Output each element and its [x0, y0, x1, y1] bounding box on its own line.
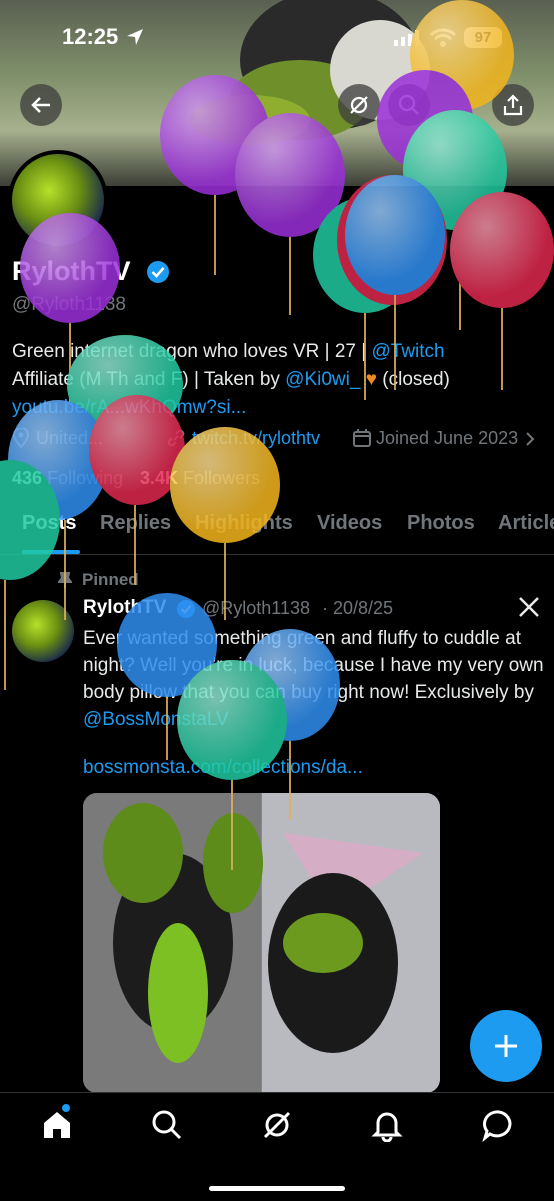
location-icon — [12, 428, 30, 448]
tab-photos[interactable]: Photos — [407, 512, 475, 535]
location-arrow-icon — [127, 29, 143, 45]
post-url-link[interactable]: bossmonsta.com/collections/da... — [83, 757, 363, 779]
calendar-icon — [353, 429, 371, 447]
link-icon — [167, 429, 185, 447]
explore-icon[interactable] — [150, 1108, 184, 1142]
tab-videos[interactable]: Videos — [317, 512, 382, 535]
pinned-label: Pinned — [82, 570, 139, 589]
balloon-red — [337, 175, 447, 305]
chevron-right-icon[interactable] — [524, 431, 536, 447]
following-label: Following — [47, 468, 124, 488]
bio-link-youtube[interactable]: youtu.be/rA...wKhQmw?si... — [12, 397, 246, 418]
bio-link-mention[interactable]: @Ki0wi_ — [285, 369, 360, 390]
post-body: Ever wanted something green and fluffy t… — [83, 628, 544, 703]
share-button[interactable] — [492, 84, 534, 126]
verified-badge-icon — [177, 600, 195, 618]
home-notification-dot — [62, 1104, 70, 1112]
cellular-signal-icon — [394, 30, 419, 46]
x-logo-icon — [519, 597, 539, 617]
search-icon — [398, 94, 419, 115]
post-date: · 20/8/25 — [322, 598, 394, 618]
home-indicator — [209, 1186, 345, 1191]
body-pillow-artwork — [83, 793, 440, 1093]
profile-website-link[interactable]: twitch.tv/rylothtv — [192, 428, 320, 449]
following-stat[interactable]: 436 Following — [12, 468, 123, 489]
verified-badge-icon — [147, 261, 169, 283]
grok-button[interactable] — [338, 84, 380, 126]
bio-text: (closed) — [377, 369, 450, 390]
share-icon — [503, 94, 523, 116]
profile-avatar[interactable] — [8, 150, 108, 250]
balloon-red — [89, 395, 185, 585]
tab-replies[interactable]: Replies — [100, 512, 171, 535]
profile-handle: @Ryloth1138 — [12, 294, 126, 315]
post-author-avatar[interactable] — [12, 600, 74, 662]
bell-icon[interactable] — [370, 1108, 404, 1142]
tab-posts[interactable]: Posts — [22, 512, 76, 535]
back-arrow-icon — [31, 97, 50, 113]
grok-icon — [350, 96, 368, 114]
post-text: Ever wanted something green and fluffy t… — [83, 625, 545, 733]
search-button[interactable] — [388, 84, 430, 126]
post-author-name[interactable]: RylothTV — [83, 597, 166, 619]
status-time: 12:25 — [62, 24, 119, 49]
bio-text: Green internet dragon who loves VR | 27 … — [12, 341, 372, 362]
compose-post-button[interactable] — [470, 1010, 542, 1082]
tab-highlights[interactable]: Highlights — [195, 512, 293, 535]
followers-count: 3.4K — [140, 468, 179, 488]
bio-link-twitch[interactable]: @Twitch — [371, 341, 444, 362]
back-button[interactable] — [20, 84, 62, 126]
tabs-divider — [0, 554, 554, 555]
profile-joined-date: Joined June 2023 — [376, 428, 519, 448]
post-media-image[interactable] — [83, 793, 440, 1093]
following-count: 436 — [12, 468, 43, 488]
tab-articles[interactable]: Articles — [498, 512, 554, 535]
pin-icon — [58, 572, 72, 588]
bio-text: Affiliate (M Th and F) | Taken by — [12, 369, 286, 390]
home-icon[interactable] — [40, 1108, 74, 1142]
followers-stat[interactable]: 3.4K Followers — [140, 468, 260, 489]
wifi-icon — [430, 28, 456, 47]
post-author-handle[interactable]: @Ryloth1138 — [202, 598, 310, 619]
plus-icon — [495, 1035, 517, 1057]
grok-icon[interactable] — [260, 1108, 294, 1142]
profile-bio: Green internet dragon who loves VR | 27 … — [12, 338, 542, 422]
post-mention-link[interactable]: @BossMonstaLV — [83, 709, 229, 730]
followers-label: Followers — [183, 468, 261, 488]
display-name: RylothTV — [12, 256, 131, 286]
messages-icon[interactable] — [482, 1108, 516, 1142]
profile-location: United... — [36, 428, 104, 448]
battery-indicator: 97 — [464, 27, 502, 48]
orange-heart-icon: ♥ — [365, 369, 377, 390]
